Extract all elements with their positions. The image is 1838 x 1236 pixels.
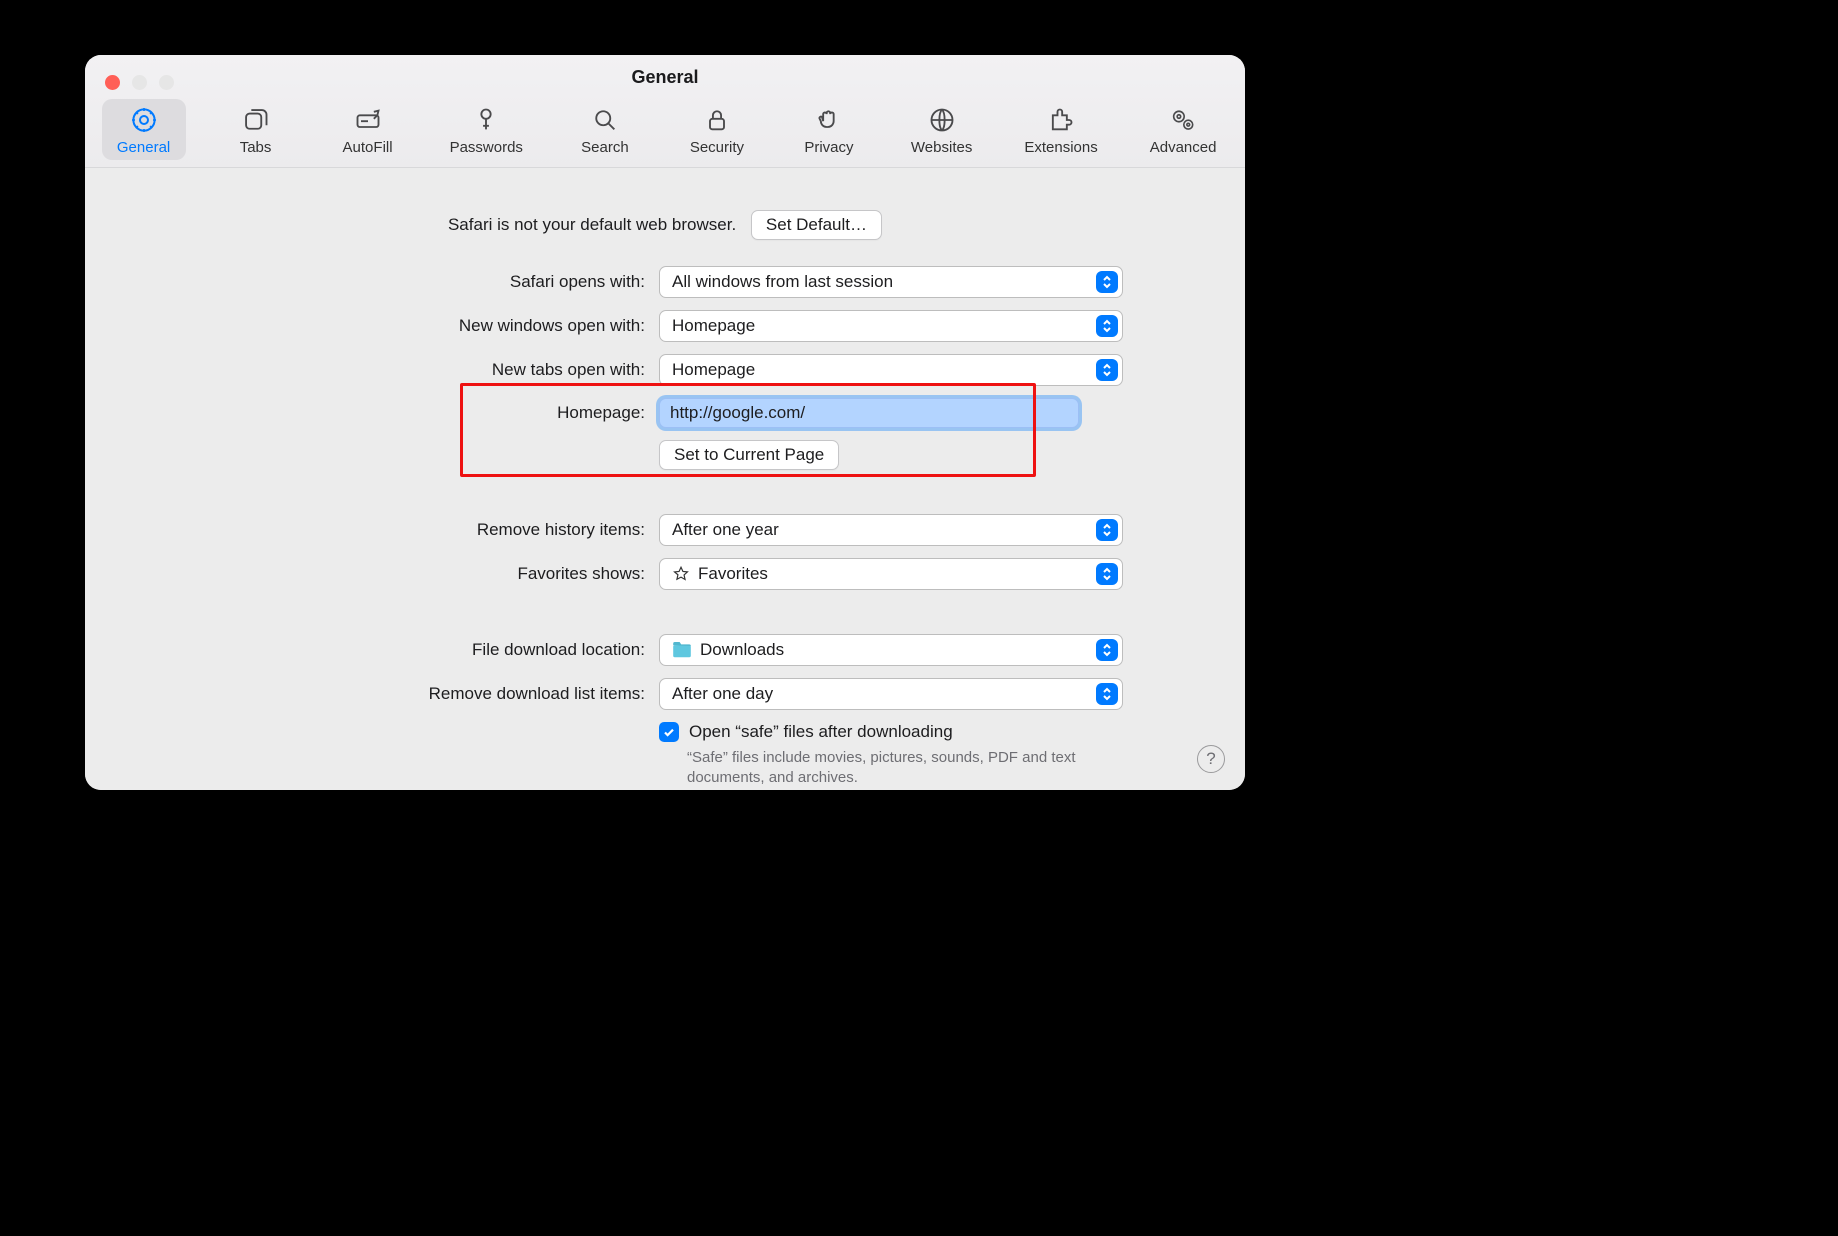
- preferences-window: General General: [85, 55, 1245, 790]
- default-browser-message: Safari is not your default web browser.: [448, 215, 736, 234]
- new-tabs-open-label: New tabs open with:: [492, 360, 645, 380]
- select-value: All windows from last session: [672, 272, 893, 292]
- download-location-label: File download location:: [472, 640, 645, 660]
- chevron-updown-icon: [1096, 359, 1118, 381]
- star-icon: [672, 565, 690, 583]
- autofill-icon: [354, 105, 382, 135]
- safe-files-row: Open “safe” files after downloading: [659, 722, 1079, 742]
- tab-privacy[interactable]: Privacy: [787, 99, 871, 160]
- favorites-shows-label: Favorites shows:: [517, 564, 645, 584]
- chevron-updown-icon: [1096, 519, 1118, 541]
- maximize-button[interactable]: [159, 75, 174, 90]
- tabs-icon: [242, 105, 270, 135]
- chevron-updown-icon: [1096, 639, 1118, 661]
- new-windows-open-select[interactable]: Homepage: [659, 310, 1123, 342]
- key-icon: [472, 105, 500, 135]
- tab-search[interactable]: Search: [563, 99, 647, 160]
- safe-files-label: Open “safe” files after downloading: [689, 722, 953, 742]
- tab-label: Passwords: [450, 139, 523, 156]
- tab-label: Privacy: [804, 139, 853, 156]
- homepage-label: Homepage:: [557, 403, 645, 423]
- tab-extensions[interactable]: Extensions: [1012, 99, 1109, 160]
- remove-history-label: Remove history items:: [477, 520, 645, 540]
- search-icon: [591, 105, 619, 135]
- set-to-current-page-button[interactable]: Set to Current Page: [659, 440, 839, 470]
- homepage-value: http://google.com/: [670, 403, 805, 423]
- chevron-updown-icon: [1096, 563, 1118, 585]
- tab-autofill[interactable]: AutoFill: [326, 99, 410, 160]
- tab-passwords[interactable]: Passwords: [438, 99, 535, 160]
- select-value: Homepage: [672, 360, 755, 380]
- safe-files-hint: “Safe” files include movies, pictures, s…: [659, 748, 1079, 789]
- select-value: After one year: [672, 520, 779, 540]
- close-button[interactable]: [105, 75, 120, 90]
- default-browser-row: Safari is not your default web browser. …: [125, 210, 1205, 240]
- tab-label: Tabs: [240, 139, 272, 156]
- globe-icon: [928, 105, 956, 135]
- puzzle-icon: [1047, 105, 1075, 135]
- titlebar: General General: [85, 55, 1245, 168]
- tab-advanced[interactable]: Advanced: [1138, 99, 1229, 160]
- set-default-button[interactable]: Set Default…: [751, 210, 882, 240]
- tab-label: Extensions: [1024, 139, 1097, 156]
- tab-general[interactable]: General: [102, 99, 186, 160]
- tab-security[interactable]: Security: [675, 99, 759, 160]
- preferences-body: Safari is not your default web browser. …: [85, 168, 1245, 790]
- tab-label: Security: [690, 139, 744, 156]
- tab-label: Advanced: [1150, 139, 1217, 156]
- select-value: After one day: [672, 684, 773, 704]
- chevron-updown-icon: [1096, 315, 1118, 337]
- safari-opens-with-label: Safari opens with:: [510, 272, 645, 292]
- safari-opens-with-select[interactable]: All windows from last session: [659, 266, 1123, 298]
- select-value: Downloads: [700, 640, 784, 660]
- safe-files-checkbox[interactable]: [659, 722, 679, 742]
- remove-downloads-select[interactable]: After one day: [659, 678, 1123, 710]
- tab-tabs[interactable]: Tabs: [214, 99, 298, 160]
- minimize-button[interactable]: [132, 75, 147, 90]
- download-location-select[interactable]: Downloads: [659, 634, 1123, 666]
- chevron-updown-icon: [1096, 271, 1118, 293]
- chevron-updown-icon: [1096, 683, 1118, 705]
- tab-label: Websites: [911, 139, 972, 156]
- homepage-input[interactable]: http://google.com/: [659, 398, 1079, 428]
- select-value: Homepage: [672, 316, 755, 336]
- help-button[interactable]: ?: [1197, 745, 1225, 773]
- window-controls: [105, 75, 174, 90]
- tab-label: Search: [581, 139, 629, 156]
- hand-icon: [815, 105, 843, 135]
- remove-downloads-label: Remove download list items:: [429, 684, 645, 704]
- prefs-toolbar: General Tabs Aut: [85, 88, 1245, 160]
- folder-icon: [672, 642, 692, 658]
- new-windows-open-label: New windows open with:: [459, 316, 645, 336]
- lock-icon: [703, 105, 731, 135]
- window-title: General: [85, 55, 1245, 88]
- new-tabs-open-select[interactable]: Homepage: [659, 354, 1123, 386]
- tab-label: AutoFill: [343, 139, 393, 156]
- favorites-shows-select[interactable]: Favorites: [659, 558, 1123, 590]
- tab-label: General: [117, 139, 170, 156]
- tab-websites[interactable]: Websites: [899, 99, 984, 160]
- gears-icon: [1169, 105, 1197, 135]
- select-value: Favorites: [698, 564, 768, 584]
- remove-history-select[interactable]: After one year: [659, 514, 1123, 546]
- gear-icon: [129, 105, 159, 135]
